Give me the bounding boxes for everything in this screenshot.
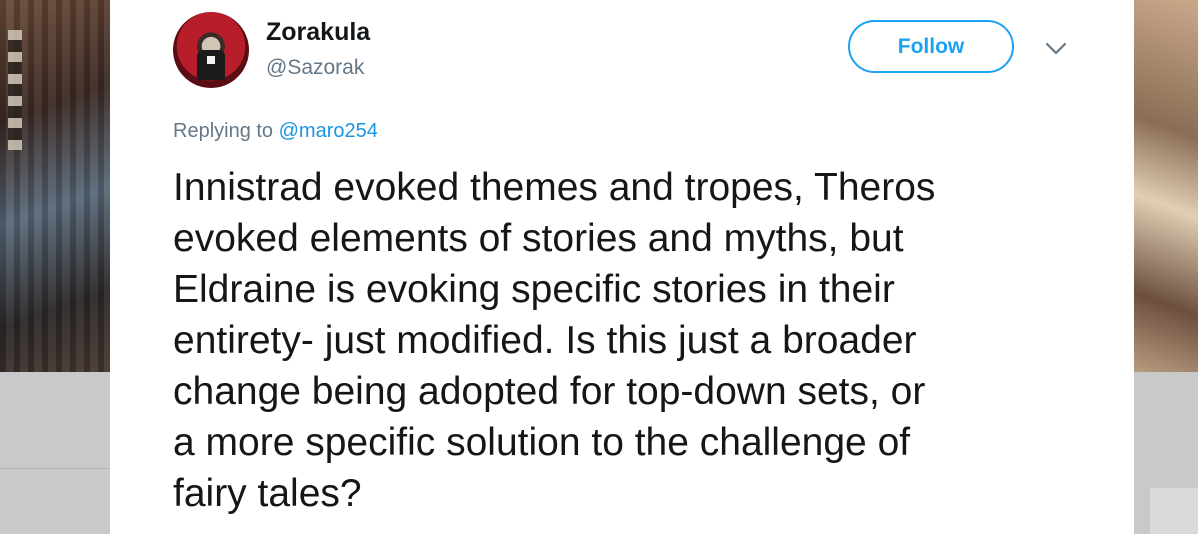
background-panel-right [1134, 372, 1198, 534]
background-banner-right [1134, 0, 1198, 372]
follow-button[interactable]: Follow [848, 20, 1014, 73]
tweet-card: Zorakula @Sazorak Follow Replying to @ma… [110, 0, 1134, 534]
author-handle[interactable]: @Sazorak [266, 56, 364, 80]
banner-art-detail [8, 30, 22, 150]
avatar-figure [197, 50, 225, 80]
reply-mention-link[interactable]: @maro254 [279, 120, 378, 142]
tweet-text: Innistrad evoked themes and tropes, Ther… [173, 166, 936, 515]
author-name[interactable]: Zorakula [266, 18, 370, 47]
background-banner-left [0, 0, 110, 372]
chevron-down-icon[interactable] [1044, 38, 1068, 58]
avatar[interactable] [173, 12, 249, 88]
background-panel-box [1150, 488, 1198, 534]
replying-to: Replying to @maro254 [173, 120, 378, 143]
replying-prefix: Replying to [173, 120, 274, 142]
background-panel-left [0, 372, 110, 534]
divider [0, 468, 110, 469]
